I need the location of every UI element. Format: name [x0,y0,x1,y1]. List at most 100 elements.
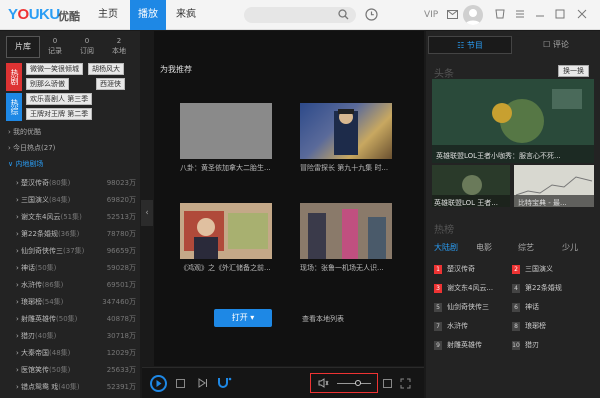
tab-local[interactable]: 2 本地 [108,36,130,58]
video-thumb[interactable] [300,203,392,259]
tag-item[interactable]: 欢乐喜剧人 第三季 [26,93,93,105]
nav-today-hot[interactable]: › 今日热点(27) [8,143,55,153]
item-views: 30718万 [106,332,136,340]
item-title: 琅琊榜 [21,298,43,306]
refresh-button[interactable]: 换一换 [558,65,589,77]
youku-logo[interactable]: YOUKU [8,6,60,23]
skin-icon[interactable] [494,8,506,20]
list-item[interactable]: › 仙剑奇侠传三(37集) 96659万 [16,246,136,256]
list-item[interactable]: › 第22条婚规(36集) 78780万 [16,229,136,239]
maximize-icon[interactable] [554,8,566,20]
headline-thumb-caption[interactable]: 英雄联盟LOL 王者... [434,198,498,208]
item-count: (37集) [63,247,85,255]
list-item[interactable]: › 水浒传(86集) 69501万 [16,280,136,290]
list-item[interactable]: › 谢文东4风云(51集) 52513万 [16,212,136,222]
fullscreen-icon[interactable] [400,378,411,389]
rank-title: 谢文东4风云... [447,284,494,292]
rank-item[interactable]: 3 谢文东4风云... [434,283,493,293]
list-item[interactable]: › 射雕英雄传(50集) 40878万 [16,314,136,324]
rank-item[interactable]: 6 神话 [512,302,539,312]
video-caption[interactable]: 冒险雷探长 第九十九集 时... [300,163,400,173]
view-local-list-link[interactable]: 查看本地列表 [302,314,344,324]
rank-item[interactable]: 8 琅琊榜 [512,321,546,331]
history-icon[interactable] [365,8,378,21]
video-caption[interactable]: 八卦：黄圣依加拿大二胎生... [180,163,280,173]
mini-mode-icon[interactable] [383,379,392,388]
stop-icon[interactable] [176,379,185,388]
category-variety[interactable]: 综艺 [518,242,534,253]
collapse-panel-button[interactable]: ‹ [141,200,153,226]
rank-number: 8 [512,322,520,331]
item-title: 猎刃 [21,332,36,340]
video-thumb[interactable] [300,103,392,159]
tag-item[interactable]: 微微一笑很倾城 [26,63,83,75]
rank-title: 神话 [525,303,539,311]
rank-item[interactable]: 2 三国演义 [512,264,553,274]
close-icon[interactable] [576,8,588,20]
tag-item[interactable]: 胡杨风大 [88,63,124,75]
volume-control[interactable] [310,373,378,393]
item-count: (86集) [42,281,64,289]
rank-item[interactable]: 5 仙剑奇侠传三 [434,302,489,312]
item-views: 40878万 [106,315,136,323]
rank-item[interactable]: 7 水浒传 [434,321,468,331]
list-item[interactable]: › 猎刃(40集) 30718万 [16,331,136,341]
rank-item[interactable]: 4 第22条婚规 [512,283,562,293]
item-title: 水浒传 [21,281,43,289]
tab-laifeng[interactable]: 来疯 [168,0,204,30]
vip-link[interactable]: VIP [424,10,438,20]
play-button[interactable] [150,375,167,392]
video-caption[interactable]: 现场：张鲁一机场无人识... [300,263,400,273]
category-mainland[interactable]: 大陆剧 [434,242,458,253]
item-title: 谢文东4风云 [21,213,61,221]
open-button[interactable]: 打开 ▾ [214,309,272,327]
volume-slider[interactable] [337,383,371,384]
tag-item[interactable]: 西涯侠 [96,78,125,90]
menu-icon[interactable] [514,8,526,20]
rank-item[interactable]: 9 射雕英雄传 [434,340,482,350]
avatar[interactable] [463,5,483,25]
category-kids[interactable]: 少儿 [562,242,578,253]
youku-u-icon[interactable] [218,377,232,389]
tab-subscribe[interactable]: 0 订阅 [76,36,98,58]
rank-title: 仙剑奇侠传三 [447,303,489,311]
headline-thumb-caption[interactable]: 比特宝典 - 最... [518,198,567,208]
nav-mainland-drama[interactable]: ∨ 内地剧场 [8,159,43,169]
nav-my-youku[interactable]: › 我的优酷 [8,127,41,137]
list-item[interactable]: › 三国演义(84集) 69820万 [16,195,136,205]
item-views: 78780万 [106,230,136,238]
search-icon[interactable] [338,9,349,20]
video-thumb[interactable] [180,103,272,159]
tab-programs[interactable]: ☷ 节目 [428,36,512,54]
tag-item[interactable]: 王牌对王牌 第二季 [26,108,93,120]
list-item[interactable]: › 楚汉传奇(80集) 98023万 [16,178,136,188]
rank-item[interactable]: 10 猎刃 [512,340,539,350]
volume-knob[interactable] [355,380,362,386]
mail-icon[interactable] [447,10,458,19]
tab-comments[interactable]: ☐ 评论 [514,36,598,54]
minimize-icon[interactable] [534,8,546,20]
tab-home[interactable]: 主页 [90,0,126,30]
tab-play[interactable]: 播放 [130,0,166,30]
item-views: 98023万 [106,179,136,187]
tab-history[interactable]: 0 记录 [44,36,66,58]
list-item[interactable]: › 医馆笑传(50集) 25633万 [16,365,136,375]
tag-item[interactable]: 别那么骄傲 [26,78,69,90]
subscribe-label: 订阅 [80,47,94,55]
player-controls [142,367,424,398]
list-item[interactable]: › 大秦帝国(48集) 12029万 [16,348,136,358]
left-panel: 片库 0 记录 0 订阅 2 本地 热剧 热综 微微一笑很倾城 胡杨风大 别那么骄傲 … [0,31,140,398]
item-count: (84集) [49,196,71,204]
list-item[interactable]: › 琅琊榜(54集) 347460万 [16,297,136,307]
video-caption[interactable]: 《鸿观》之《外汇储备之前... [180,263,280,273]
category-movie[interactable]: 电影 [476,242,492,253]
tab-library[interactable]: 片库 [6,36,40,58]
list-item[interactable]: › 神话(50集) 59028万 [16,263,136,273]
video-thumb[interactable] [180,203,272,259]
next-icon[interactable] [198,378,208,388]
nav-label: 今日热点(27) [13,144,56,152]
list-item[interactable]: › 错点鸳鸯 戏(40集) 52391万 [16,382,136,392]
rank-item[interactable]: 1 楚汉传奇 [434,264,475,274]
speaker-icon[interactable] [318,378,329,388]
headline-caption[interactable]: 英雄联盟LOL王者小咖秀：服言心不死... [436,151,561,161]
